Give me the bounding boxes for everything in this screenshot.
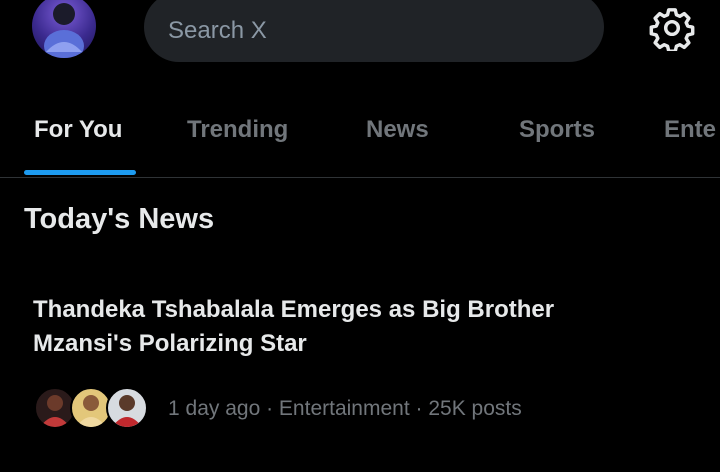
search-placeholder: Search X — [168, 17, 267, 44]
profile-avatar[interactable] — [32, 0, 96, 58]
meta-separator: · — [409, 397, 429, 420]
tab-bar: For You Trending News Sports Ente — [0, 100, 720, 178]
section-title: Today's News — [24, 203, 215, 235]
news-time: 1 day ago — [168, 397, 261, 420]
mini-avatar-3 — [106, 387, 148, 429]
meta-separator: · — [260, 397, 279, 420]
news-post-count: 25K posts — [428, 397, 522, 420]
tab-entertainment[interactable]: Ente — [664, 116, 716, 144]
news-avatars — [34, 387, 154, 431]
tab-news[interactable]: News — [366, 116, 429, 144]
news-headline[interactable]: Thandeka Tshabalala Emerges as Big Broth… — [33, 293, 653, 361]
tab-trending[interactable]: Trending — [187, 116, 288, 144]
active-tab-indicator — [24, 170, 136, 175]
news-category: Entertainment — [278, 397, 410, 420]
search-input[interactable]: Search X — [144, 0, 604, 62]
gear-icon[interactable] — [649, 5, 695, 53]
top-bar: Search X — [0, 0, 720, 80]
news-meta: 1 day ago · Entertainment · 25K posts — [168, 397, 522, 421]
tab-for-you[interactable]: For You — [34, 116, 122, 144]
tab-sports[interactable]: Sports — [519, 116, 595, 144]
avatar-image — [44, 3, 84, 58]
